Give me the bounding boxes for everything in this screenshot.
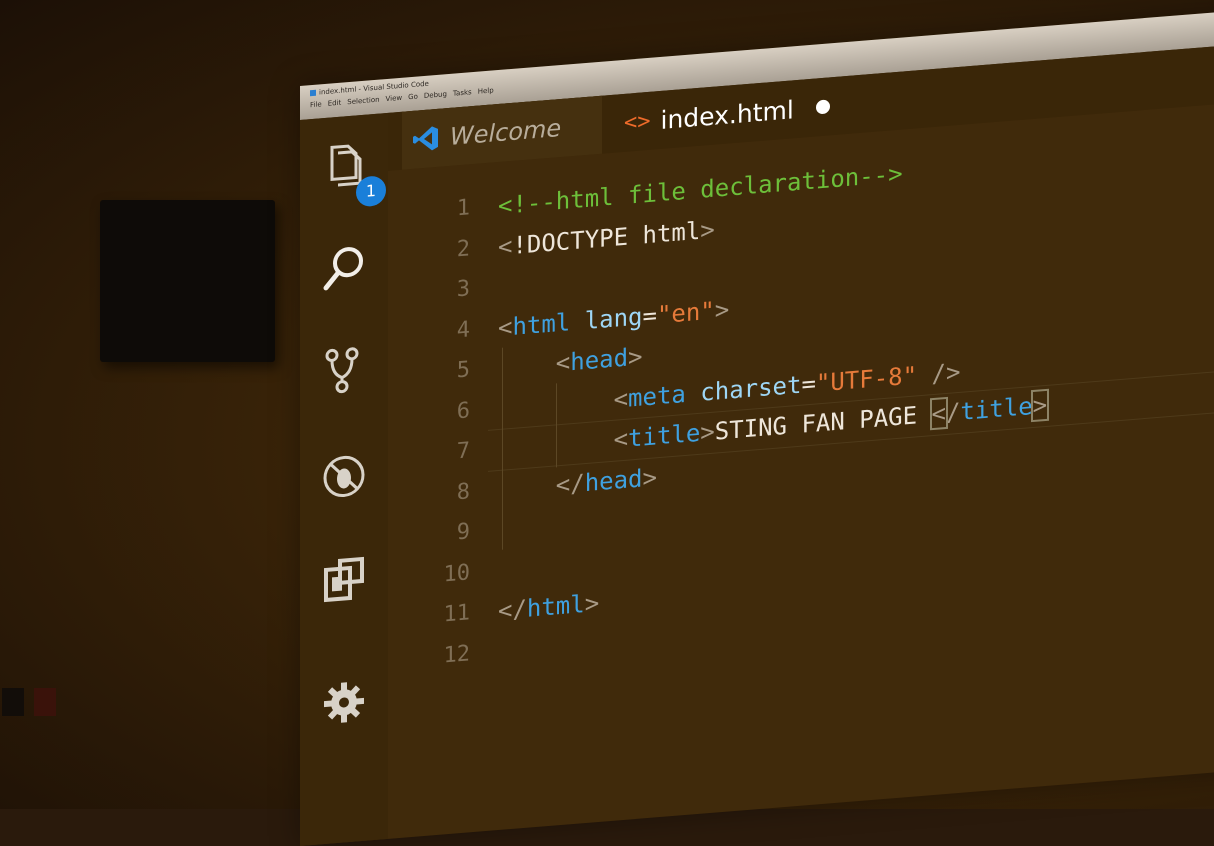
line-number: 7 [456, 438, 470, 465]
code-token: > [700, 417, 715, 447]
code-token: = [642, 300, 657, 330]
code-token: > [628, 342, 643, 372]
code-token: < [498, 231, 513, 261]
code-token: < [498, 312, 513, 342]
explorer-icon[interactable]: 1 [318, 136, 386, 208]
code-token: </ [555, 468, 585, 499]
code-token: charset [700, 370, 802, 407]
code-token: < [613, 424, 629, 454]
line-number: 12 [443, 640, 471, 668]
wall-speaker [100, 200, 275, 362]
line-number: 3 [456, 276, 470, 303]
source-control-icon[interactable] [318, 342, 370, 398]
menu-item-file[interactable]: File [310, 100, 322, 109]
menu-item-view[interactable]: View [386, 94, 403, 103]
line-number-gutter: 1 2 3 4 5 6 7 8 9 10 11 12 [414, 188, 471, 679]
code-token: html [512, 307, 571, 341]
line-number: 11 [443, 600, 471, 628]
code-token: head [570, 343, 629, 377]
code-token: !DOCTYPE html [512, 216, 701, 260]
code-token: < [613, 384, 629, 414]
explorer-badge: 1 [356, 175, 386, 208]
code-lines[interactable]: <!--html file declaration--> <!DOCTYPE ht… [498, 127, 1214, 673]
search-icon[interactable] [318, 240, 370, 296]
projected-screen: index.html - Visual Studio Code File Edit… [300, 9, 1214, 846]
code-token: head [584, 463, 643, 497]
menu-item-tasks[interactable]: Tasks [453, 88, 472, 98]
line-number: 10 [443, 559, 471, 587]
menu-item-edit[interactable]: Edit [328, 99, 342, 108]
code-token: > [700, 215, 715, 245]
vscode-logo-icon [310, 89, 316, 97]
code-token: > [714, 294, 730, 325]
code-token: title [960, 392, 1033, 426]
unsaved-changes-dot-icon[interactable] [815, 99, 830, 115]
debug-icon[interactable] [318, 448, 370, 504]
menu-item-help[interactable]: Help [478, 86, 494, 95]
code-token: / [945, 397, 961, 428]
bracket-match-highlight: < [929, 396, 949, 431]
bracket-match-highlight: > [1030, 388, 1050, 423]
line-number: 4 [456, 316, 470, 343]
wall-switches [0, 688, 60, 718]
tab-welcome-label: Welcome [450, 113, 562, 151]
code-token: lang [584, 301, 643, 335]
code-token: meta [628, 379, 686, 413]
code-token: > [584, 588, 600, 619]
code-token: "UTF-8" [815, 360, 918, 397]
vscode-icon [413, 126, 438, 151]
line-number: 8 [456, 478, 470, 505]
line-number: 1 [456, 195, 470, 222]
line-number: 9 [456, 519, 470, 546]
tab-index-html-label: index.html [660, 94, 794, 135]
line-number: 5 [456, 357, 470, 384]
html-icon: <> [624, 108, 651, 136]
code-token: </ [498, 594, 527, 626]
menu-item-go[interactable]: Go [408, 93, 418, 102]
line-number: 2 [456, 235, 470, 262]
code-token: = [801, 368, 816, 399]
line-number: 6 [456, 397, 470, 424]
menu-item-debug[interactable]: Debug [424, 90, 447, 100]
code-token: /> [931, 357, 961, 388]
code-token: html [526, 590, 585, 623]
code-editor[interactable]: 1 2 3 4 5 6 7 8 9 10 11 12 <!--html file declaratio… [388, 102, 1214, 839]
settings-gear-icon[interactable] [318, 674, 370, 730]
menu-item-selection[interactable]: Selection [347, 96, 379, 107]
code-token: "en" [656, 296, 715, 329]
extensions-icon[interactable] [318, 552, 370, 608]
code-token: > [642, 462, 657, 492]
code-token: < [555, 348, 571, 378]
code-token: title [628, 418, 701, 453]
activity-bar: 1 [300, 112, 388, 846]
